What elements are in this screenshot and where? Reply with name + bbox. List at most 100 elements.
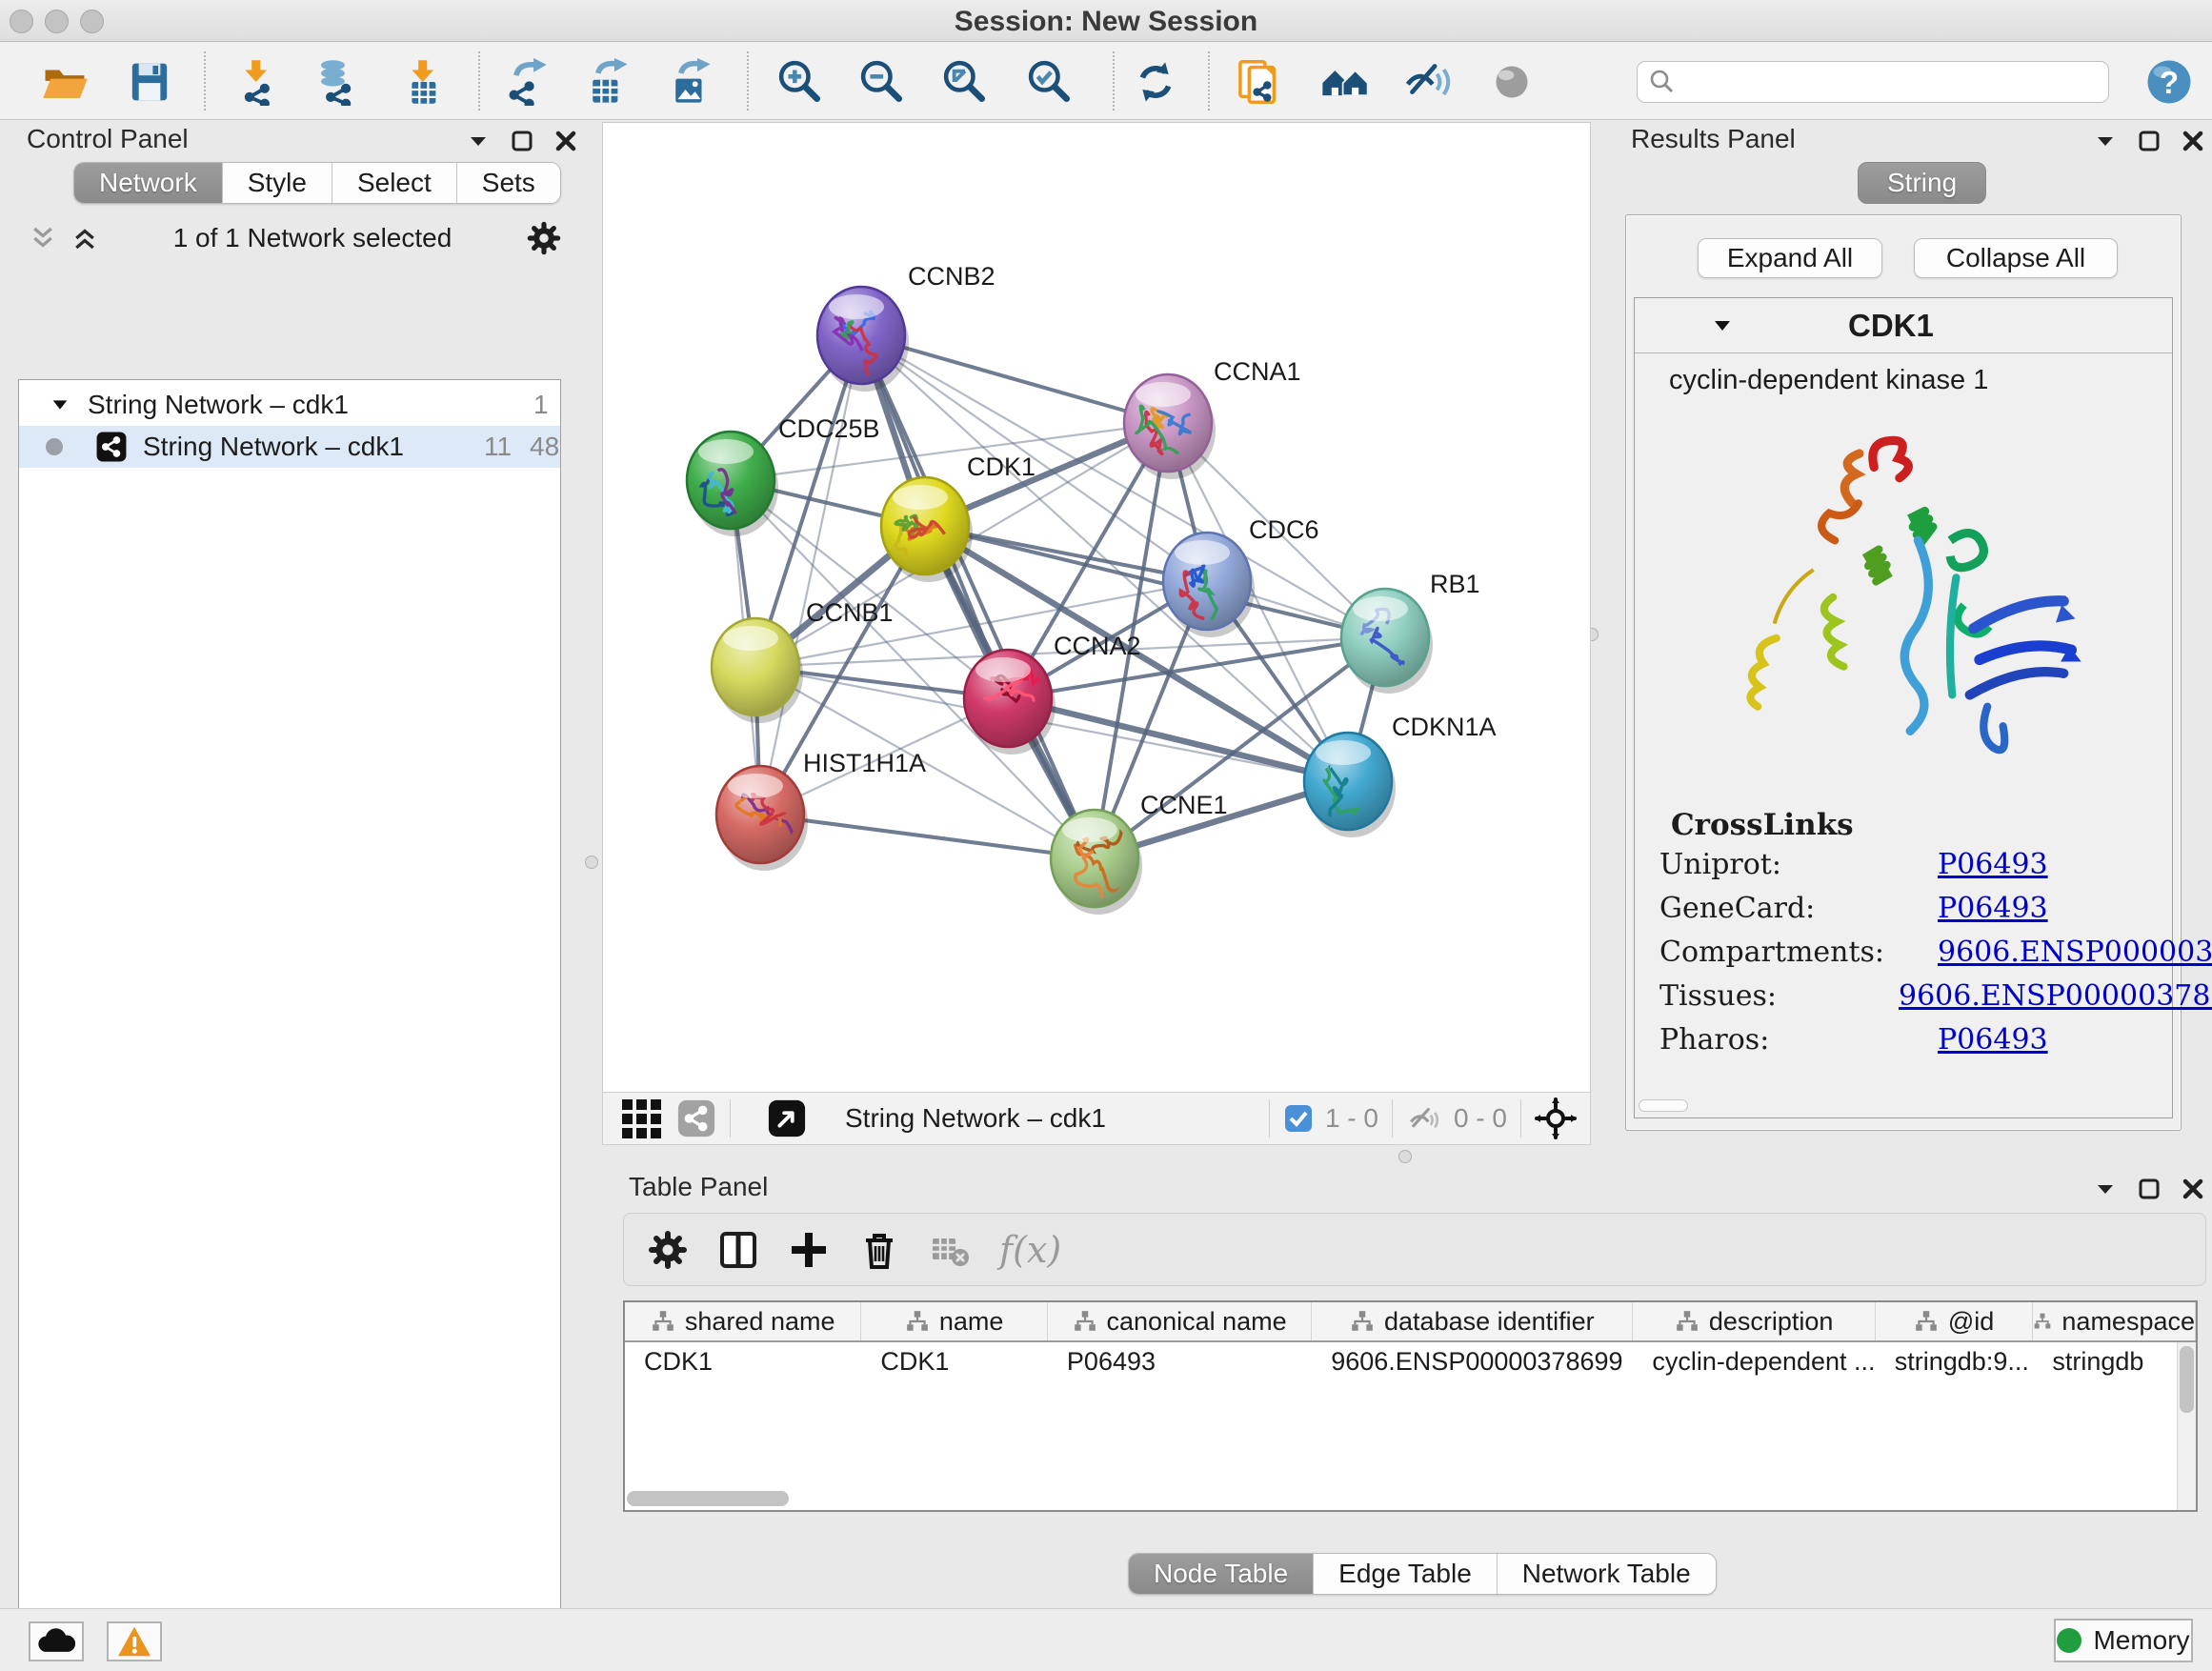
panel-menu-icon[interactable]: [467, 130, 490, 152]
column-header--id[interactable]: @id: [1876, 1302, 2034, 1340]
tab-edge-table[interactable]: Edge Table: [1314, 1554, 1498, 1594]
network-node-cdc25b[interactable]: CDC25B: [687, 414, 880, 536]
network-node-ccne1[interactable]: CCNE1: [1051, 791, 1228, 915]
string-import-icon[interactable]: [1232, 54, 1287, 110]
string-network-graph[interactable]: CCNB2CCNA1CDC25BCDK1CDC6RB1CCNB1CCNA2HIS…: [603, 123, 1590, 1091]
network-node-hist1h1a[interactable]: HIST1H1A: [716, 749, 926, 871]
tab-style[interactable]: Style: [223, 163, 332, 203]
bottom-splitter-handle[interactable]: [1398, 1150, 1412, 1163]
table-row[interactable]: CDK1CDK1P064939606.ENSP00000378699cyclin…: [625, 1342, 2196, 1382]
hide-unhide-icon[interactable]: [1400, 54, 1456, 110]
show-columns-icon[interactable]: [717, 1229, 759, 1271]
table-cell[interactable]: stringdb: [2033, 1342, 2196, 1382]
help-icon[interactable]: ?: [2142, 54, 2197, 110]
column-header-name[interactable]: name: [861, 1302, 1048, 1340]
import-table-icon[interactable]: [397, 54, 452, 110]
float-panel-icon[interactable]: [511, 130, 533, 152]
tab-node-table[interactable]: Node Table: [1129, 1554, 1314, 1594]
close-panel-icon[interactable]: [554, 130, 577, 152]
left-splitter-handle[interactable]: [585, 856, 598, 869]
import-network-icon[interactable]: [231, 54, 286, 110]
export-network-icon[interactable]: [497, 54, 553, 110]
tab-network[interactable]: Network: [74, 163, 223, 203]
network-collection-row[interactable]: String Network – cdk1 1: [19, 384, 560, 426]
center-network-icon[interactable]: [1535, 1097, 1577, 1139]
panel-menu-icon[interactable]: [2094, 1178, 2117, 1200]
node-table[interactable]: shared namenamecanonical namedatabase id…: [623, 1300, 2198, 1512]
zoom-in-icon[interactable]: [773, 54, 828, 110]
network-edge[interactable]: [760, 335, 861, 815]
float-panel-icon[interactable]: [2138, 130, 2161, 152]
crosslink-link[interactable]: P06493: [1938, 1023, 2048, 1057]
network-canvas[interactable]: CCNB2CCNA1CDC25BCDK1CDC6RB1CCNB1CCNA2HIS…: [602, 122, 1591, 1092]
tab-sets[interactable]: Sets: [457, 163, 560, 203]
share-view-icon[interactable]: [676, 1098, 716, 1138]
network-view-title: String Network – cdk1: [845, 1103, 1106, 1134]
home-networks-icon[interactable]: [1317, 54, 1373, 110]
network-node-cdkn1a[interactable]: CDKN1A: [1304, 713, 1497, 837]
import-network-from-database-icon[interactable]: [310, 54, 365, 110]
save-session-icon[interactable]: [122, 54, 177, 110]
results-hscrollbar[interactable]: [1639, 1099, 1688, 1112]
open-session-icon[interactable]: [37, 54, 92, 110]
export-table-icon[interactable]: [579, 54, 634, 110]
expand-all-icon[interactable]: [70, 224, 99, 252]
panel-menu-icon[interactable]: [2094, 130, 2117, 152]
table-cell[interactable]: CDK1: [861, 1342, 1048, 1382]
collapse-all-icon[interactable]: [29, 224, 57, 252]
table-cell[interactable]: 9606.ENSP00000378699: [1312, 1342, 1633, 1382]
network-options-gear-icon[interactable]: [526, 220, 562, 256]
network-node-rb1[interactable]: RB1: [1341, 570, 1480, 694]
tab-string[interactable]: String: [1858, 162, 1986, 204]
grid-view-icon[interactable]: [622, 1099, 661, 1138]
selected-checkbox-icon[interactable]: [1283, 1103, 1314, 1134]
crosslink-link[interactable]: 9606.ENSP00000378699: [1899, 979, 2212, 1013]
network-edge[interactable]: [760, 815, 1095, 858]
memory-button[interactable]: Memory: [2054, 1619, 2193, 1662]
collapse-all-button[interactable]: Collapse All: [1914, 238, 2118, 278]
tab-select[interactable]: Select: [332, 163, 457, 203]
table-settings-gear-icon[interactable]: [647, 1229, 689, 1271]
collection-expand-icon[interactable]: [50, 394, 70, 415]
float-panel-icon[interactable]: [2138, 1178, 2161, 1200]
warning-button[interactable]: [107, 1621, 162, 1661]
hidden-eye-icon[interactable]: [1406, 1100, 1442, 1137]
birds-eye-view-icon[interactable]: [767, 1098, 807, 1138]
column-header-database-identifier[interactable]: database identifier: [1312, 1302, 1633, 1340]
close-panel-icon[interactable]: [2182, 1178, 2204, 1200]
tab-network-table[interactable]: Network Table: [1498, 1554, 1716, 1594]
delete-column-icon[interactable]: [858, 1229, 900, 1271]
network-row-selected[interactable]: String Network – cdk1 11 48: [19, 426, 560, 468]
node-label: CDK1: [967, 453, 1036, 481]
close-panel-icon[interactable]: [2182, 130, 2204, 152]
crosslink-link[interactable]: P06493: [1938, 892, 2048, 925]
column-header-namespace[interactable]: namespace: [2033, 1302, 2196, 1340]
column-header-canonical-name[interactable]: canonical name: [1048, 1302, 1312, 1340]
add-column-icon[interactable]: [788, 1229, 830, 1271]
toolbar-separator: [747, 51, 749, 111]
collapse-entry-icon[interactable]: [1711, 314, 1734, 337]
network-node-cdc6[interactable]: CDC6: [1163, 515, 1319, 637]
zoom-out-icon[interactable]: [855, 54, 910, 110]
refresh-icon[interactable]: [1128, 54, 1183, 110]
network-edge[interactable]: [861, 335, 1095, 858]
crosslink-link[interactable]: 9606.ENSP00000378699: [1938, 936, 2212, 969]
crosslink-link[interactable]: P06493: [1938, 848, 2048, 881]
table-vscrollbar[interactable]: [2177, 1342, 2196, 1510]
expand-all-button[interactable]: Expand All: [1698, 238, 1882, 278]
table-hscrollbar[interactable]: [627, 1491, 789, 1506]
table-cell[interactable]: P06493: [1048, 1342, 1312, 1382]
table-cell[interactable]: CDK1: [625, 1342, 861, 1382]
column-header-shared-name[interactable]: shared name: [625, 1302, 861, 1340]
zoom-fit-icon[interactable]: [937, 54, 993, 110]
crosslink-row: Compartments:9606.ENSP00000378699: [1635, 930, 2172, 974]
cloud-button[interactable]: [29, 1621, 84, 1661]
network-node-ccna1[interactable]: CCNA1: [1124, 357, 1301, 479]
zoom-selected-icon[interactable]: [1022, 54, 1077, 110]
export-image-icon[interactable]: [662, 54, 717, 110]
column-header-description[interactable]: description: [1633, 1302, 1875, 1340]
table-cell[interactable]: stringdb:9...: [1876, 1342, 2034, 1382]
table-cell[interactable]: cyclin-dependent ...: [1633, 1342, 1875, 1382]
network-node-ccnb2[interactable]: CCNB2: [817, 262, 995, 392]
search-input[interactable]: [1637, 61, 2109, 103]
